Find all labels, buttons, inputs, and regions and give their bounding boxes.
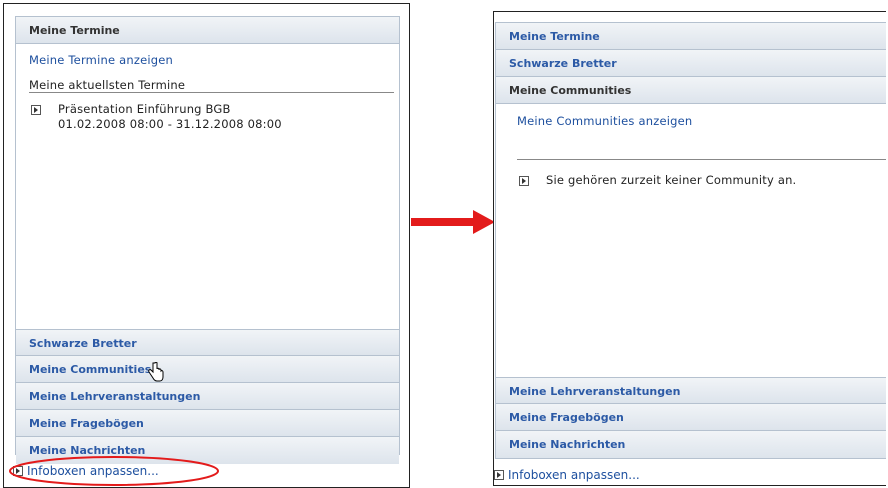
termine-content: Meine Termine anzeigen Meine aktuellsten… (16, 44, 399, 329)
event-date: 01.02.2008 08:00 - 31.12.2008 08:00 (58, 117, 282, 131)
divider (517, 159, 886, 160)
header-schwarze-bretter[interactable]: Schwarze Bretter (16, 329, 399, 356)
item-arrow-icon (519, 176, 529, 186)
termine-subheading: Meine aktuellsten Termine (29, 78, 186, 92)
footer-arrow-icon (494, 470, 504, 480)
header-schwarze-bretter[interactable]: Schwarze Bretter (496, 50, 886, 77)
header-meine-communities[interactable]: Meine Communities (16, 356, 399, 383)
left-panel-before: Meine Termine Meine Termine anzeigen Mei… (3, 3, 410, 488)
infobox-column: Meine Termine Meine Termine anzeigen Mei… (15, 16, 400, 464)
hand-cursor-icon (148, 362, 164, 382)
header-meine-frageboegen[interactable]: Meine Fragebögen (16, 410, 399, 437)
communities-content: Meine Communities anzeigen Sie gehören z… (496, 104, 886, 377)
infoboxen-anpassen-link[interactable]: Infoboxen anpassen... (494, 468, 640, 482)
transition-arrow-icon (411, 210, 495, 234)
header-meine-frageboegen[interactable]: Meine Fragebögen (496, 404, 886, 431)
header-meine-nachrichten[interactable]: Meine Nachrichten (496, 431, 886, 458)
infoboxen-anpassen-label: Infoboxen anpassen... (508, 468, 640, 482)
event-title[interactable]: Präsentation Einführung BGB (58, 102, 231, 116)
header-meine-termine[interactable]: Meine Termine (16, 17, 399, 44)
right-panel-after: Meine Termine Schwarze Bretter Meine Com… (493, 11, 886, 486)
meine-communities-anzeigen-link[interactable]: Meine Communities anzeigen (517, 114, 692, 128)
communities-empty-message: Sie gehören zurzeit keiner Community an. (546, 173, 797, 187)
header-meine-communities-label: Meine Communities (29, 363, 152, 376)
infobox-column: Meine Termine Schwarze Bretter Meine Com… (495, 22, 886, 459)
highlight-ellipse (9, 456, 219, 486)
header-meine-communities[interactable]: Meine Communities (496, 77, 886, 104)
header-meine-lehrveranstaltungen[interactable]: Meine Lehrveranstaltungen (16, 383, 399, 410)
divider (29, 92, 394, 93)
header-meine-termine[interactable]: Meine Termine (496, 23, 886, 50)
header-meine-lehrveranstaltungen[interactable]: Meine Lehrveranstaltungen (496, 377, 886, 404)
item-arrow-icon (31, 105, 41, 115)
meine-termine-anzeigen-link[interactable]: Meine Termine anzeigen (29, 53, 173, 67)
